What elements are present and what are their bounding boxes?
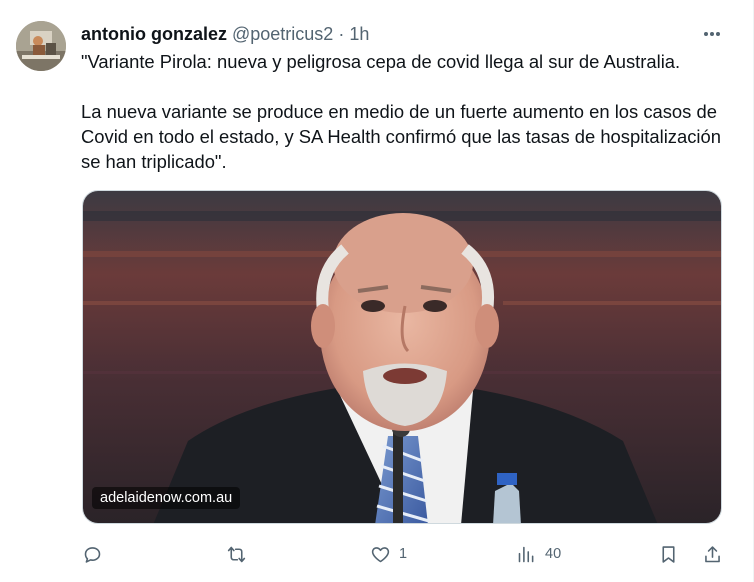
timestamp[interactable]: 1h xyxy=(349,24,369,45)
like-count: 1 xyxy=(399,546,408,562)
separator: · xyxy=(338,23,345,44)
tweet-text-paragraph-2: La nueva variante se produce en medio de… xyxy=(81,101,721,172)
link-card-image[interactable] xyxy=(82,190,722,524)
tweet-actions-bar: 1 40 xyxy=(76,538,736,570)
bookmark-icon xyxy=(662,545,675,563)
views-count: 40 xyxy=(545,546,562,562)
more-options-button[interactable] xyxy=(696,20,728,48)
share-button[interactable] xyxy=(702,538,723,570)
tweet-text: "Variante Pirola: nueva y peligrosa cepa… xyxy=(81,49,731,174)
views-button[interactable]: 40 xyxy=(516,538,561,570)
repost-icon xyxy=(227,546,246,562)
tweet-text-paragraph-1: "Variante Pirola: nueva y peligrosa cepa… xyxy=(81,51,681,72)
author-handle[interactable]: @poetricus2 xyxy=(232,24,333,45)
tweet-card[interactable]: antonio gonzalez @poetricus2 · 1h "Varia… xyxy=(0,0,754,582)
views-chart-icon xyxy=(518,546,534,562)
avatar[interactable] xyxy=(16,21,66,71)
share-icon xyxy=(705,545,720,562)
like-button[interactable]: 1 xyxy=(370,538,407,570)
tweet-header: antonio gonzalez @poetricus2 · 1h xyxy=(81,22,369,46)
bookmark-button[interactable] xyxy=(658,538,679,570)
reply-icon xyxy=(84,546,101,563)
reply-button[interactable] xyxy=(82,538,103,570)
heart-icon xyxy=(371,546,390,562)
ellipsis-icon xyxy=(704,32,720,36)
author-name[interactable]: antonio gonzalez xyxy=(81,24,227,45)
repost-button[interactable] xyxy=(226,538,247,570)
link-domain-badge[interactable]: adelaidenow.com.au xyxy=(92,487,241,509)
